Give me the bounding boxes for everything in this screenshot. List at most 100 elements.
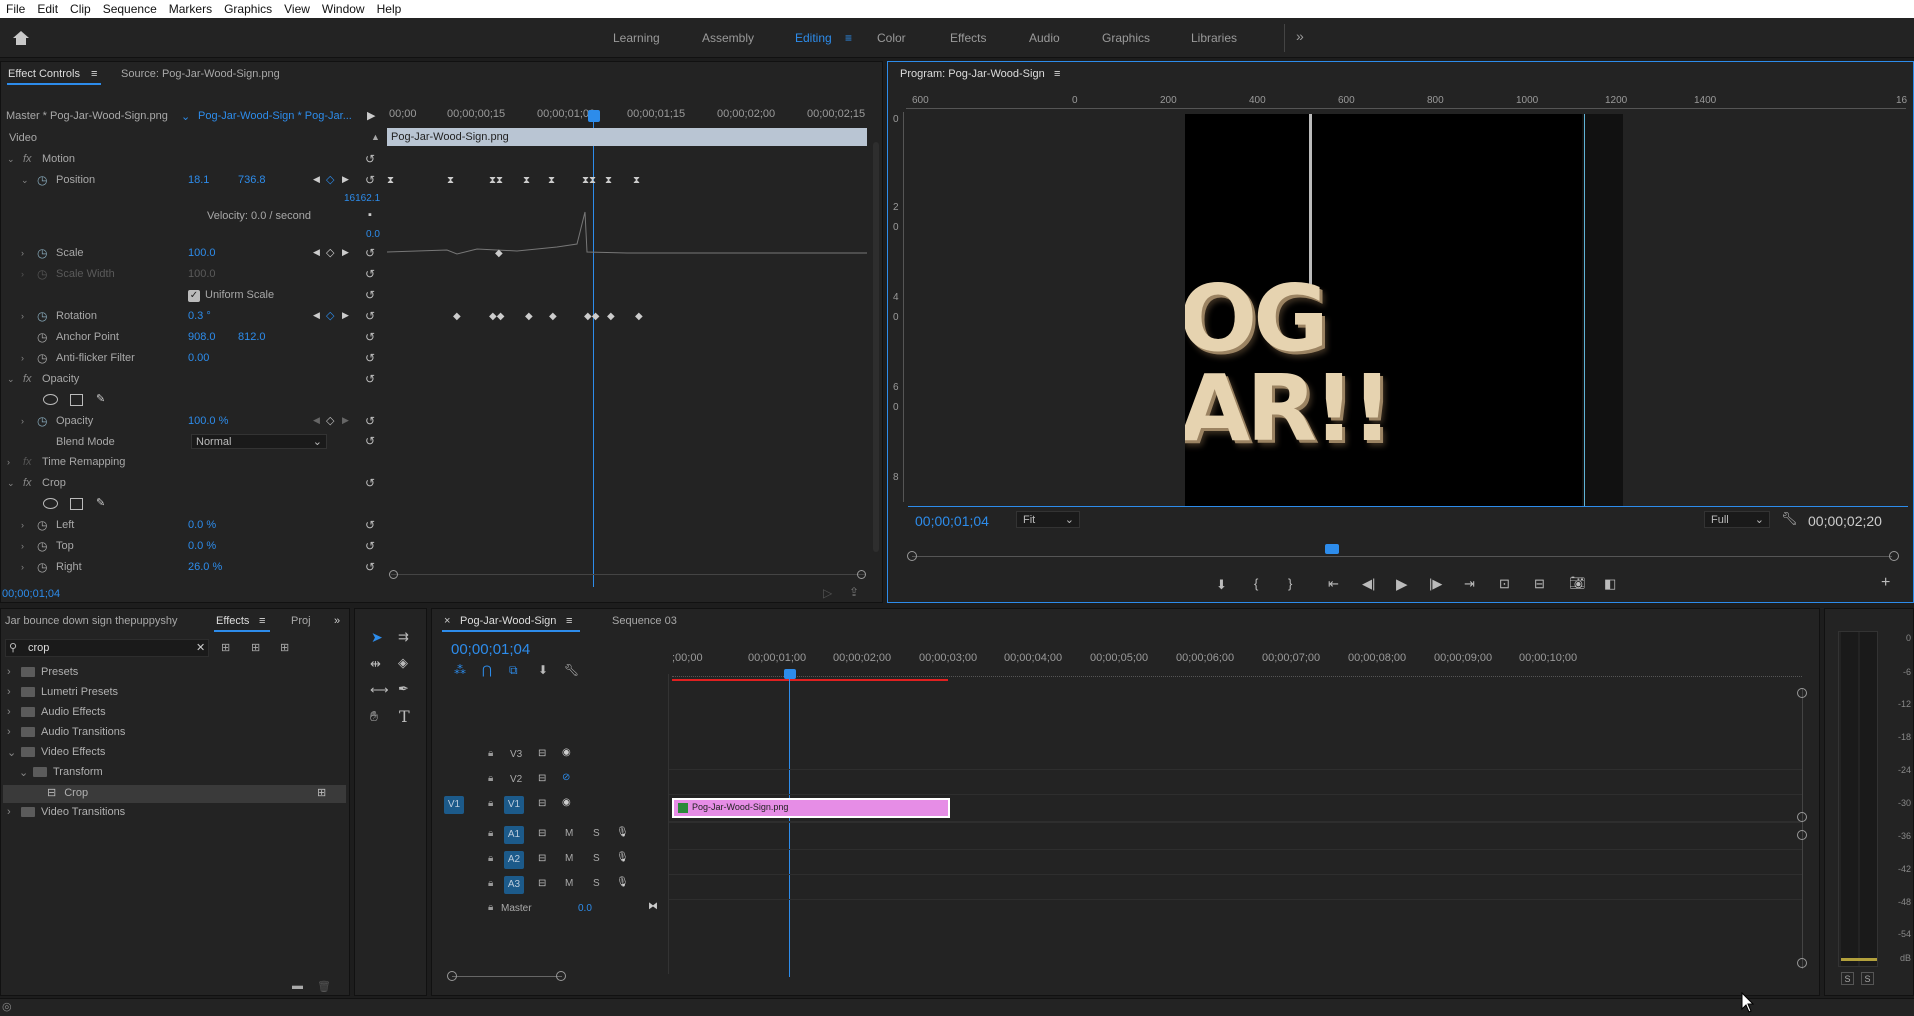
next-keyframe-icon[interactable]: ▶ — [342, 174, 349, 185]
anchor-y-value[interactable]: 812.0 — [238, 331, 266, 343]
program-timecode[interactable]: 00;00;01;04 — [915, 513, 989, 529]
delete-icon[interactable]: 🗑︎ — [317, 980, 331, 993]
top-stopwatch-icon[interactable]: ◷ — [37, 539, 47, 553]
reset-scale-icon[interactable]: ↺ — [365, 246, 375, 260]
blend-mode-select[interactable]: Normal ⌄ — [191, 434, 327, 449]
tab-effects[interactable]: Effects — [216, 615, 249, 627]
anchor-stopwatch-icon[interactable]: ◷ — [37, 330, 47, 344]
opacity-prev-keyframe-icon[interactable]: ◀ — [313, 415, 320, 426]
track-master[interactable]: 🔒︎ Master 0.0 ⧓ — [432, 899, 668, 919]
reset-position-icon[interactable]: ↺ — [365, 173, 375, 187]
scale-prev-keyframe-icon[interactable]: ◀ — [313, 247, 320, 258]
position-stopwatch-icon[interactable]: ◷ — [37, 173, 47, 187]
reset-left-icon[interactable]: ↺ — [365, 518, 375, 532]
tree-video-effects[interactable]: ⌄ Video Effects — [1, 746, 349, 762]
tree-crop[interactable]: ⊟ Crop ⊞ — [3, 785, 346, 803]
export-icon[interactable]: ⇪ — [849, 585, 859, 599]
scrub-left-handle[interactable] — [907, 551, 917, 561]
sequence-clip-label[interactable]: Pog-Jar-Wood-Sign * Pog-Jar... — [198, 110, 352, 122]
scroll-up-icon[interactable]: ▲ — [371, 132, 380, 142]
type-tool-icon[interactable]: T — [399, 707, 410, 726]
program-title[interactable]: Program: Pog-Jar-Wood-Sign — [900, 68, 1045, 80]
solo-right-button[interactable]: S — [1861, 972, 1874, 985]
scale-add-keyframe-icon[interactable]: ◇ — [326, 246, 334, 259]
antiflicker-expand-icon[interactable]: › — [21, 353, 24, 363]
tab-sequence-main[interactable]: Pog-Jar-Wood-Sign — [460, 615, 556, 627]
timeline-clip[interactable]: Pog-Jar-Wood-Sign.png — [672, 798, 950, 818]
extract-icon[interactable]: ⊟ — [1534, 576, 1545, 592]
reset-anchor-icon[interactable]: ↺ — [365, 330, 375, 344]
timeline-playhead-handle[interactable] — [784, 669, 796, 679]
opacity-add-keyframe-icon[interactable]: ◇ — [326, 414, 334, 427]
left-stopwatch-icon[interactable]: ◷ — [37, 518, 47, 532]
rotation-prev-keyframe-icon[interactable]: ◀ — [313, 310, 320, 321]
status-icon[interactable]: ◎ — [2, 1000, 12, 1013]
reset-rotation-icon[interactable]: ↺ — [365, 309, 375, 323]
workspace-learning[interactable]: Learning — [613, 31, 660, 45]
right-stopwatch-icon[interactable]: ◷ — [37, 560, 47, 574]
rotation-keyframes[interactable]: ◆ ◆◆ ◆ ◆ ◆◆ ◆ ◆ — [387, 311, 867, 325]
hand-tool-icon[interactable]: ✋︎ — [370, 708, 378, 725]
workspace-assembly[interactable]: Assembly — [702, 31, 754, 45]
opacity-fx-badge[interactable]: fx — [23, 373, 32, 385]
more-tabs-icon[interactable]: » — [334, 615, 340, 627]
ec-timecode[interactable]: 00;00;01;04 — [2, 588, 60, 600]
comparison-view-icon[interactable]: ◧ — [1604, 576, 1616, 592]
ec-time-ruler[interactable]: 00;00 00;00;00;15 00;00;01;00 00;00;01;1… — [387, 108, 867, 124]
track-v3[interactable]: 🔒︎ V3 ⊟ ◉ — [432, 745, 668, 765]
more-workspaces-icon[interactable]: » — [1296, 28, 1304, 44]
timeline-v-scrollbar[interactable] — [1802, 689, 1803, 969]
top-expand-icon[interactable]: › — [21, 541, 24, 551]
antiflicker-stopwatch-icon[interactable]: ◷ — [37, 351, 47, 365]
workspace-editing[interactable]: Editing — [795, 31, 832, 45]
nest-toggle-icon[interactable]: ⁂ — [454, 663, 466, 677]
right-expand-icon[interactable]: › — [21, 562, 24, 572]
mark-in-icon[interactable]: { — [1254, 576, 1258, 591]
crop-fx-badge[interactable]: fx — [23, 477, 32, 489]
menu-file[interactable]: File — [0, 2, 31, 16]
slip-tool-icon[interactable]: ⟷ — [370, 682, 389, 698]
workspace-audio[interactable]: Audio — [1029, 31, 1060, 45]
play-icon[interactable]: ▶ — [1396, 575, 1408, 593]
workspace-color[interactable]: Color — [877, 31, 906, 45]
program-video-frame[interactable]: OG AR!! — [1185, 114, 1623, 507]
tree-audio-transitions[interactable]: › Audio Transitions — [1, 726, 349, 742]
clip-dropdown-icon[interactable]: ⌄ — [181, 110, 190, 123]
position-x-value[interactable]: 18.1 — [188, 174, 209, 186]
crop-collapse-icon[interactable]: ⌄ — [7, 478, 15, 489]
tree-lumetri-presets[interactable]: › Lumetri Presets — [1, 686, 349, 702]
menu-clip[interactable]: Clip — [64, 2, 97, 16]
crop-left-value[interactable]: 0.0 % — [188, 519, 216, 531]
opacity-next-keyframe-icon[interactable]: ▶ — [342, 415, 349, 426]
tree-video-transitions[interactable]: › Video Transitions — [1, 806, 349, 822]
reset-opacity-icon[interactable]: ↺ — [365, 414, 375, 428]
close-sequence-icon[interactable]: × — [444, 615, 450, 627]
reset-scale-width-icon[interactable]: ↺ — [365, 267, 375, 281]
scale-value[interactable]: 100.0 — [188, 247, 216, 259]
go-to-in-icon[interactable]: ⇤ — [1328, 576, 1339, 592]
snap-icon[interactable]: ⋂ — [482, 663, 492, 677]
lift-icon[interactable]: ⊡ — [1499, 576, 1510, 592]
workspace-graphics[interactable]: Graphics — [1102, 31, 1150, 45]
track-v1[interactable]: V1 🔒︎ V1 ⊟ ◉ — [432, 795, 668, 815]
ripple-edit-tool-icon[interactable]: ⇹ — [370, 656, 381, 672]
track-a1[interactable]: 🔒︎ A1 ⊟ M S 🎙︎ — [432, 825, 668, 845]
effects-search-box[interactable]: ⚲ crop ✕ — [5, 639, 209, 657]
workspace-menu-icon[interactable]: ≡ — [845, 31, 852, 45]
ec-clip-bar[interactable]: Pog-Jar-Wood-Sign.png — [387, 128, 867, 146]
add-marker-icon[interactable]: ⬇ — [1216, 577, 1227, 593]
menu-markers[interactable]: Markers — [163, 2, 218, 16]
opacity-expand-icon[interactable]: › — [21, 416, 24, 426]
crop-pen-mask-icon[interactable]: ✎ — [96, 496, 105, 509]
program-menu-icon[interactable]: ≡ — [1054, 68, 1060, 80]
solo-left-button[interactable]: S — [1841, 972, 1854, 985]
add-marker-timeline-icon[interactable]: ⬇ — [538, 663, 548, 677]
track-a2[interactable]: 🔒︎ A2 ⊟ M S 🎙︎ — [432, 850, 668, 870]
crop-top-value[interactable]: 0.0 % — [188, 540, 216, 552]
left-expand-icon[interactable]: › — [21, 520, 24, 530]
menu-help[interactable]: Help — [371, 2, 408, 16]
effects-search-input[interactable]: crop — [28, 642, 49, 654]
playback-resolution-select[interactable]: Full ⌄ — [1704, 511, 1770, 528]
track-a3[interactable]: 🔒︎ A3 ⊟ M S 🎙︎ — [432, 875, 668, 895]
reset-top-icon[interactable]: ↺ — [365, 539, 375, 553]
